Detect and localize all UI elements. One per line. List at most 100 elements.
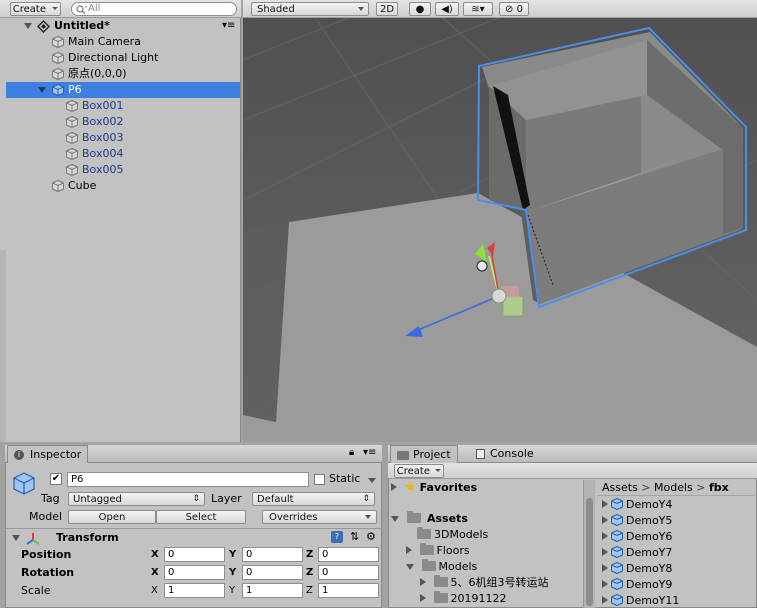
scene-menu-icon[interactable]: ▾≡ — [222, 18, 235, 34]
gameobject-cube-icon — [66, 132, 78, 144]
scene-root-row[interactable]: Untitled* ▾≡ — [0, 18, 240, 34]
shading-mode-label: Shaded — [257, 4, 295, 15]
expand-arrow-icon[interactable] — [406, 564, 414, 570]
hierarchy-create-button[interactable]: Create — [10, 2, 61, 16]
panel-menu-icon[interactable]: ▾≡ — [363, 447, 376, 458]
lock-icon[interactable]: 🔒︎ — [349, 447, 354, 458]
rotation-z-field[interactable]: 0 — [318, 565, 379, 580]
hierarchy-item-box004[interactable]: Box004 — [0, 146, 240, 162]
hierarchy-item-main-camera[interactable]: Main Camera — [0, 34, 240, 50]
hidden-objects-toggle[interactable]: ⊘ 0 — [499, 2, 529, 16]
position-y-field[interactable]: 0 — [242, 547, 303, 562]
position-y-value: 0 — [246, 549, 253, 560]
tab-inspector[interactable]: i Inspector — [7, 445, 89, 463]
hierarchy-item-box001[interactable]: Box001 — [0, 98, 240, 114]
tab-project-label: Project — [413, 448, 451, 461]
hierarchy-item-p6[interactable]: P6 — [6, 82, 240, 98]
position-z-field[interactable]: 0 — [318, 547, 379, 562]
scale-z-field[interactable]: 1 — [318, 583, 379, 598]
hierarchy-item-box003[interactable]: Box003 — [0, 130, 240, 146]
favorites-row[interactable]: ★ Favorites — [391, 480, 477, 496]
tab-console[interactable]: Console — [468, 445, 540, 463]
asset-item[interactable]: DemoY11 — [602, 593, 679, 608]
expand-arrow-icon[interactable] — [12, 535, 20, 541]
scene-viewport-render[interactable] — [243, 0, 757, 442]
gear-icon[interactable]: ⚙ — [366, 530, 376, 543]
layer-dropdown[interactable]: Default ⇕ — [252, 492, 375, 506]
overrides-dropdown[interactable]: Overrides — [262, 510, 377, 524]
model-prefab-icon — [611, 594, 623, 606]
expand-arrow-icon[interactable] — [602, 596, 608, 604]
folder-row-3dmodels[interactable]: 3DModels — [417, 527, 488, 543]
breadcrumb-assets[interactable]: Assets — [602, 481, 638, 494]
hierarchy-item-box002[interactable]: Box002 — [0, 114, 240, 130]
gameobject-cube-icon — [52, 68, 64, 80]
asset-item[interactable]: DemoY5 — [602, 513, 672, 529]
hierarchy-item-cube[interactable]: Cube — [0, 178, 240, 194]
scene-view[interactable] — [243, 0, 757, 442]
scale-x-field[interactable]: 1 — [164, 583, 225, 598]
expand-arrow-icon[interactable] — [602, 532, 608, 540]
tag-dropdown[interactable]: Untagged ⇕ — [68, 492, 205, 506]
asset-item[interactable]: DemoY6 — [602, 529, 672, 545]
active-checkbox[interactable]: ✔ — [50, 473, 62, 485]
folder-row-transfer-station[interactable]: 5、6机组3号转运站 — [420, 575, 549, 591]
expand-arrow-icon[interactable] — [420, 578, 426, 586]
expand-arrow-icon[interactable] — [391, 516, 399, 522]
model-prefab-icon — [611, 562, 623, 574]
hierarchy-item-box005[interactable]: Box005 — [0, 162, 240, 178]
rotation-y-field[interactable]: 0 — [242, 565, 303, 580]
expand-arrow-icon[interactable] — [602, 500, 608, 508]
folder-row-floors[interactable]: Floors — [406, 543, 470, 559]
shading-mode-dropdown[interactable]: Shaded — [251, 2, 369, 16]
model-open-button[interactable]: Open — [68, 510, 156, 524]
folder-label: 5、6机组3号转运站 — [450, 576, 549, 589]
scene-toolbar: Shaded 2D ● ◀) ≋▾ ⊘ 0 — [243, 0, 757, 18]
expand-arrow-icon[interactable] — [602, 516, 608, 524]
2d-toggle-button[interactable]: 2D — [376, 2, 398, 16]
rotation-x-field[interactable]: 0 — [164, 565, 225, 580]
folder-tree-scrollbar[interactable] — [583, 480, 595, 608]
expand-arrow-icon[interactable] — [391, 483, 397, 491]
divider — [6, 528, 382, 529]
hierarchy-item-origin[interactable]: 原点(0,0,0) — [0, 66, 240, 82]
expand-arrow-icon[interactable] — [602, 580, 608, 588]
help-book-icon[interactable]: ? — [331, 531, 343, 543]
static-checkbox[interactable] — [314, 474, 325, 485]
hierarchy-item-directional-light[interactable]: Directional Light — [0, 50, 240, 66]
hierarchy-search-input[interactable]: All — [71, 2, 237, 16]
2d-label: 2D — [379, 4, 395, 15]
scale-y-value: 1 — [246, 585, 253, 596]
tab-project[interactable]: Project — [390, 445, 458, 463]
object-name-field[interactable]: P6 — [67, 472, 309, 487]
folder-row-models[interactable]: Models — [406, 559, 477, 575]
effects-dropdown[interactable]: ≋▾ — [463, 2, 493, 16]
expand-arrow-icon[interactable] — [602, 564, 608, 572]
position-x-value: 0 — [168, 549, 175, 560]
expand-arrow-icon[interactable] — [24, 23, 32, 29]
breadcrumb-models[interactable]: Models — [654, 481, 693, 494]
project-create-label: Create — [396, 466, 431, 477]
expand-arrow-icon[interactable] — [406, 546, 412, 554]
model-select-button[interactable]: Select — [156, 510, 246, 524]
expand-arrow-icon[interactable] — [420, 594, 426, 602]
asset-item[interactable]: DemoY8 — [602, 561, 672, 577]
folder-row-20191122[interactable]: 20191122 — [420, 591, 507, 607]
asset-item[interactable]: DemoY9 — [602, 577, 672, 593]
project-create-button[interactable]: Create — [394, 464, 444, 478]
asset-item[interactable]: DemoY7 — [602, 545, 672, 561]
breadcrumb-fbx[interactable]: fbx — [709, 481, 729, 494]
audio-toggle-button[interactable]: ◀) — [435, 2, 459, 16]
static-label: Static — [329, 472, 361, 485]
expand-arrow-icon[interactable] — [602, 548, 608, 556]
scale-y-field[interactable]: 1 — [242, 583, 303, 598]
position-x-field[interactable]: 0 — [164, 547, 225, 562]
asset-item[interactable]: DemoY4 — [602, 497, 672, 513]
transform-header[interactable]: Transform ? ⇅ ⚙ — [6, 530, 382, 546]
lighting-toggle-button[interactable]: ● — [409, 2, 431, 16]
assets-row[interactable]: Assets — [391, 511, 468, 527]
preset-sliders-icon[interactable]: ⇅ — [350, 530, 359, 543]
static-dropdown-icon[interactable] — [368, 478, 376, 483]
expand-arrow-icon[interactable] — [38, 87, 46, 93]
scrollbar-thumb[interactable] — [586, 498, 593, 606]
